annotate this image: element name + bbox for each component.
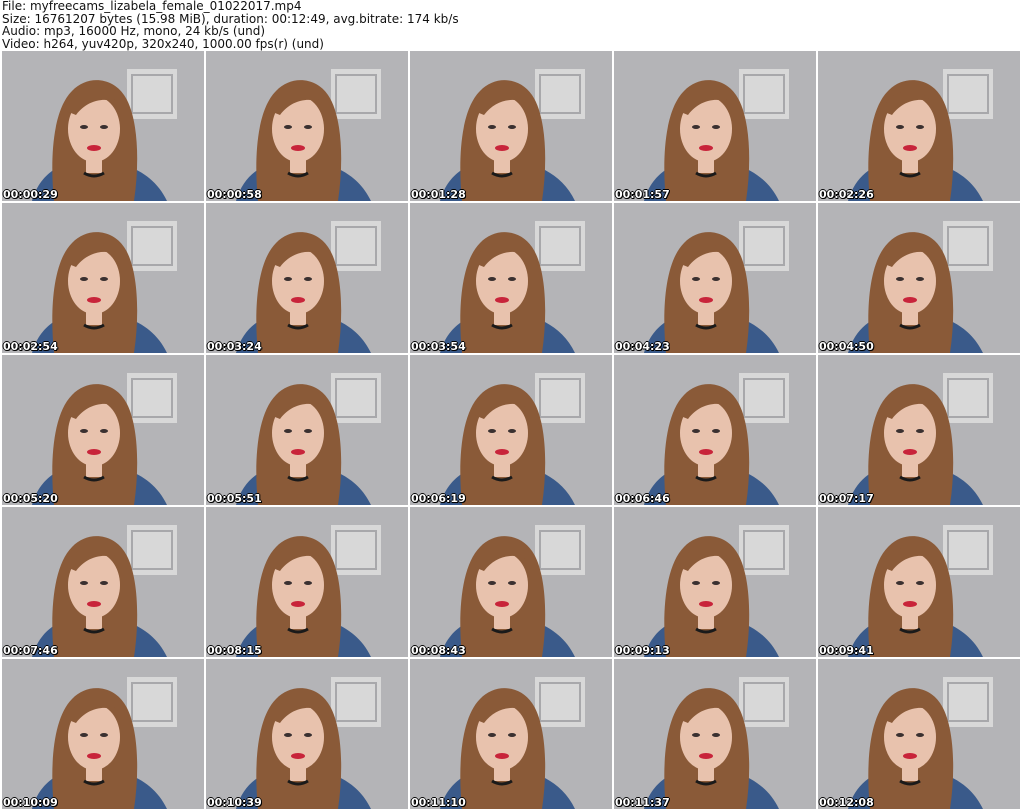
thumbnail-timestamp: 00:09:13	[615, 644, 670, 657]
thumbnail-timestamp: 00:01:57	[615, 188, 670, 201]
video-thumbnail-15: 00:07:17	[818, 355, 1020, 505]
thumbnail-timestamp: 00:06:46	[615, 492, 670, 505]
webcam-frame-image	[410, 203, 612, 353]
video-thumbnail-11: 00:05:20	[2, 355, 204, 505]
thumbnail-timestamp: 00:02:54	[3, 340, 58, 353]
video-thumbnail-16: 00:07:46	[2, 507, 204, 657]
thumbnail-timestamp: 00:02:26	[819, 188, 874, 201]
video-thumbnail-5: 00:02:26	[818, 51, 1020, 201]
webcam-frame-image	[614, 51, 816, 201]
webcam-frame-image	[818, 203, 1020, 353]
thumbnail-timestamp: 00:06:19	[411, 492, 466, 505]
webcam-frame-image	[818, 355, 1020, 505]
video-thumbnail-1: 00:00:29	[2, 51, 204, 201]
thumbnail-timestamp: 00:04:23	[615, 340, 670, 353]
thumbnail-grid: 00:00:29 00:00:58 00:01:28 00:01:57 00:0…	[2, 51, 1022, 811]
video-thumbnail-18: 00:08:43	[410, 507, 612, 657]
video-thumbnail-19: 00:09:13	[614, 507, 816, 657]
video-thumbnail-4: 00:01:57	[614, 51, 816, 201]
webcam-frame-image	[2, 355, 204, 505]
thumbnail-timestamp: 00:00:58	[207, 188, 262, 201]
webcam-frame-image	[818, 51, 1020, 201]
video-thumbnail-21: 00:10:09	[2, 659, 204, 809]
thumbnail-timestamp: 00:08:15	[207, 644, 262, 657]
video-thumbnail-2: 00:00:58	[206, 51, 408, 201]
webcam-frame-image	[614, 355, 816, 505]
webcam-frame-image	[2, 659, 204, 809]
thumbnail-timestamp: 00:00:29	[3, 188, 58, 201]
webcam-frame-image	[410, 51, 612, 201]
thumbnail-timestamp: 00:10:09	[3, 796, 58, 809]
thumbnail-timestamp: 00:09:41	[819, 644, 874, 657]
thumbnail-timestamp: 00:03:54	[411, 340, 466, 353]
webcam-frame-image	[2, 203, 204, 353]
webcam-frame-image	[614, 507, 816, 657]
video-thumbnail-17: 00:08:15	[206, 507, 408, 657]
thumbnail-timestamp: 00:01:28	[411, 188, 466, 201]
thumbnail-timestamp: 00:11:37	[615, 796, 670, 809]
thumbnail-timestamp: 00:07:46	[3, 644, 58, 657]
thumbnail-timestamp: 00:11:10	[411, 796, 466, 809]
video-line: Video: h264, yuv420p, 320x240, 1000.00 f…	[2, 36, 324, 51]
webcam-frame-image	[206, 355, 408, 505]
webcam-frame-image	[206, 659, 408, 809]
thumbnail-timestamp: 00:05:20	[3, 492, 58, 505]
thumbnail-timestamp: 00:12:08	[819, 796, 874, 809]
video-thumbnail-9: 00:04:23	[614, 203, 816, 353]
video-thumbnail-7: 00:03:24	[206, 203, 408, 353]
file-info-header: File: myfreecams_lizabela_female_0102201…	[2, 0, 1022, 50]
video-thumbnail-24: 00:11:37	[614, 659, 816, 809]
video-thumbnail-13: 00:06:19	[410, 355, 612, 505]
video-thumbnail-23: 00:11:10	[410, 659, 612, 809]
video-thumbnail-3: 00:01:28	[410, 51, 612, 201]
webcam-frame-image	[818, 659, 1020, 809]
webcam-frame-image	[2, 507, 204, 657]
video-thumbnail-25: 00:12:08	[818, 659, 1020, 809]
thumbnail-timestamp: 00:10:39	[207, 796, 262, 809]
webcam-frame-image	[410, 507, 612, 657]
video-thumbnail-22: 00:10:39	[206, 659, 408, 809]
thumbnail-timestamp: 00:05:51	[207, 492, 262, 505]
thumbnail-timestamp: 00:03:24	[207, 340, 262, 353]
webcam-frame-image	[818, 507, 1020, 657]
video-thumbnail-8: 00:03:54	[410, 203, 612, 353]
thumbnail-timestamp: 00:08:43	[411, 644, 466, 657]
webcam-frame-image	[2, 51, 204, 201]
webcam-frame-image	[614, 659, 816, 809]
file-line: File: myfreecams_lizabela_female_0102201…	[2, 0, 302, 13]
video-thumbnail-10: 00:04:50	[818, 203, 1020, 353]
video-thumbnail-6: 00:02:54	[2, 203, 204, 353]
thumbnail-timestamp: 00:07:17	[819, 492, 874, 505]
video-thumbnail-20: 00:09:41	[818, 507, 1020, 657]
webcam-frame-image	[206, 203, 408, 353]
webcam-frame-image	[410, 659, 612, 809]
webcam-frame-image	[206, 51, 408, 201]
thumbnail-timestamp: 00:04:50	[819, 340, 874, 353]
video-thumbnail-14: 00:06:46	[614, 355, 816, 505]
webcam-frame-image	[410, 355, 612, 505]
audio-line: Audio: mp3, 16000 Hz, mono, 24 kb/s (und…	[2, 24, 266, 38]
webcam-frame-image	[206, 507, 408, 657]
webcam-frame-image	[614, 203, 816, 353]
video-thumbnail-12: 00:05:51	[206, 355, 408, 505]
